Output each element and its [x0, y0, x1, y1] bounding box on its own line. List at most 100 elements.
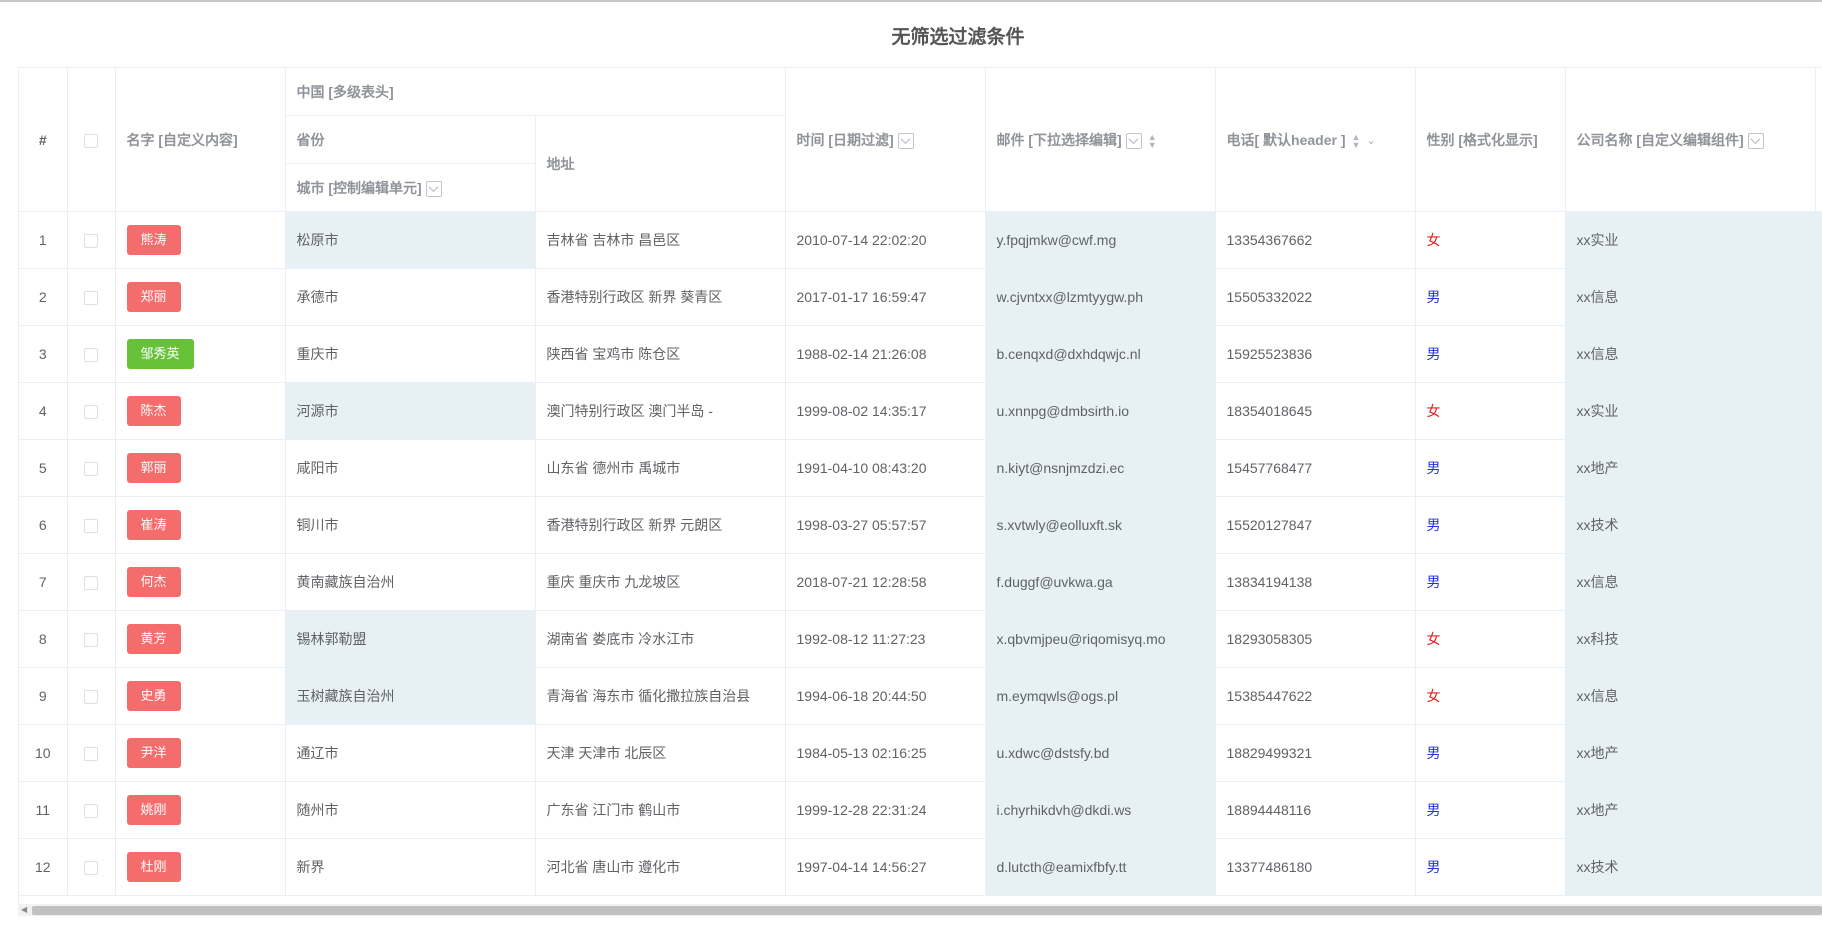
header-name[interactable]: 名字 [自定义内容] — [115, 68, 286, 212]
row-checkbox[interactable] — [84, 462, 98, 477]
header-select-all[interactable] — [67, 68, 116, 212]
name-tag[interactable]: 熊涛 — [126, 225, 181, 255]
name-tag[interactable]: 郭丽 — [126, 453, 181, 483]
phone-cell[interactable]: 15505332022 — [1215, 268, 1416, 326]
phone-cell[interactable]: 18354018645 — [1215, 382, 1416, 440]
row-checkbox[interactable] — [84, 348, 98, 363]
gender-cell[interactable]: 女 — [1415, 610, 1566, 668]
company-cell[interactable]: xx科技 — [1565, 610, 1816, 668]
gender-cell[interactable]: 男 — [1415, 838, 1566, 896]
name-tag[interactable]: 黄芳 — [126, 624, 181, 654]
row-select[interactable] — [67, 724, 116, 782]
table-row[interactable]: 8 黄芳 锡林郭勒盟 湖南省 娄底市 冷水江市 1992-08-12 11:27:23 x… — [19, 610, 1822, 668]
city-cell[interactable]: 承德市 — [285, 268, 536, 326]
table-row[interactable]: 4 陈杰 河源市 澳门特别行政区 澳门半岛 -1999-08-02 14:35:17 u… — [19, 382, 1822, 440]
table-row[interactable]: 10 尹洋 通辽市 天津 天津市 北辰区 1984-05-13 02:16:25 u.xd… — [19, 724, 1822, 782]
name-tag[interactable]: 崔涛 — [126, 510, 181, 540]
time-cell[interactable]: 1984-05-13 02:16:25 — [785, 724, 986, 782]
row-select[interactable] — [67, 496, 116, 554]
email-cell[interactable]: y.fpqjmkw@cwf.mg — [985, 211, 1216, 269]
address-cell[interactable]: 河北省 唐山市 遵化市 — [535, 838, 786, 896]
address-cell[interactable]: 澳门特别行政区 澳门半岛 - — [535, 382, 786, 440]
header-gender[interactable]: 性别 [格式化显示] — [1415, 68, 1566, 212]
gender-cell[interactable]: 男 — [1415, 781, 1566, 839]
city-cell[interactable]: 咸阳市 — [285, 439, 536, 497]
row-select[interactable] — [67, 610, 116, 668]
table-row[interactable]: 9 史勇 玉树藏族自治州 青海省 海东市 循化撒拉族自治县 1994-06-18 20:… — [19, 667, 1822, 725]
address-cell[interactable]: 陕西省 宝鸡市 陈仓区 — [535, 325, 786, 383]
time-cell[interactable]: 1999-12-28 22:31:24 — [785, 781, 986, 839]
time-cell[interactable]: 1992-08-12 11:27:23 — [785, 610, 986, 668]
phone-cell[interactable]: 18293058305 — [1215, 610, 1416, 668]
gender-cell[interactable]: 女 — [1415, 667, 1566, 725]
time-cell[interactable]: 1991-04-10 08:43:20 — [785, 439, 986, 497]
row-select[interactable] — [67, 325, 116, 383]
email-cell[interactable]: b.cenqxd@dxhdqwjc.nl — [985, 325, 1216, 383]
company-cell[interactable]: xx信息 — [1565, 325, 1816, 383]
address-cell[interactable]: 天津 天津市 北辰区 — [535, 724, 786, 782]
phone-cell[interactable]: 15520127847 — [1215, 496, 1416, 554]
table-row[interactable]: 1 熊涛 松原市 吉林省 吉林市 昌邑区 2010-07-14 22:02:20 y.fp… — [19, 211, 1822, 269]
address-cell[interactable]: 广东省 江门市 鹤山市 — [535, 781, 786, 839]
phone-cell[interactable]: 18829499321 — [1215, 724, 1416, 782]
row-checkbox[interactable] — [84, 291, 98, 306]
city-cell[interactable]: 重庆市 — [285, 325, 536, 383]
company-cell[interactable]: xx地产 — [1565, 724, 1816, 782]
city-cell[interactable]: 玉树藏族自治州 — [285, 667, 536, 725]
header-province[interactable]: 省份 — [285, 115, 536, 164]
header-email[interactable]: 邮件 [下拉选择编辑] ▲ ▼ — [985, 68, 1216, 212]
company-cell[interactable]: xx实业 — [1565, 211, 1816, 269]
name-tag[interactable]: 邹秀英 — [126, 339, 194, 369]
header-company[interactable]: 公司名称 [自定义编辑组件] — [1565, 68, 1816, 212]
email-cell[interactable]: f.duggf@uvkwa.ga — [985, 553, 1216, 611]
phone-cell[interactable]: 15385447622 — [1215, 667, 1416, 725]
row-checkbox[interactable] — [84, 861, 98, 876]
city-cell[interactable]: 河源市 — [285, 382, 536, 440]
table-row[interactable]: 7 何杰 黄南藏族自治州 重庆 重庆市 九龙坡区 2018-07-21 12:28:58… — [19, 553, 1822, 611]
row-checkbox[interactable] — [84, 576, 98, 591]
name-tag[interactable]: 杜刚 — [126, 852, 181, 882]
address-cell[interactable]: 吉林省 吉林市 昌邑区 — [535, 211, 786, 269]
filter-icon[interactable] — [1125, 132, 1142, 149]
time-cell[interactable]: 2017-01-17 16:59:47 — [785, 268, 986, 326]
sort-icon[interactable]: ▲ ▼ — [1148, 132, 1157, 149]
row-checkbox[interactable] — [84, 405, 98, 420]
gender-cell[interactable]: 男 — [1415, 553, 1566, 611]
company-cell[interactable]: xx技术 — [1565, 496, 1816, 554]
company-cell[interactable]: xx信息 — [1565, 553, 1816, 611]
phone-cell[interactable]: 13377486180 — [1215, 838, 1416, 896]
row-select[interactable] — [67, 268, 116, 326]
header-address[interactable]: 地址 — [535, 115, 786, 212]
row-checkbox[interactable] — [84, 633, 98, 648]
city-cell[interactable]: 松原市 — [285, 211, 536, 269]
gender-cell[interactable]: 男 — [1415, 439, 1566, 497]
email-cell[interactable]: u.xnnpg@dmbsirth.io — [985, 382, 1216, 440]
time-cell[interactable]: 1999-08-02 14:35:17 — [785, 382, 986, 440]
address-cell[interactable]: 山东省 德州市 禹城市 — [535, 439, 786, 497]
table-row[interactable]: 11 姚刚 随州市 广东省 江门市 鹤山市 1999-12-28 22:31:24 i.c… — [19, 781, 1822, 839]
city-cell[interactable]: 铜川市 — [285, 496, 536, 554]
company-cell[interactable]: xx信息 — [1565, 268, 1816, 326]
city-cell[interactable]: 黄南藏族自治州 — [285, 553, 536, 611]
company-cell[interactable]: xx地产 — [1565, 439, 1816, 497]
row-select[interactable] — [67, 211, 116, 269]
row-checkbox[interactable] — [84, 519, 98, 534]
gender-cell[interactable]: 男 — [1415, 496, 1566, 554]
time-cell[interactable]: 1988-02-14 21:26:08 — [785, 325, 986, 383]
city-cell[interactable]: 锡林郭勒盟 — [285, 610, 536, 668]
email-cell[interactable]: n.kiyt@nsnjmzdzi.ec — [985, 439, 1216, 497]
table-row[interactable]: 5 郭丽 咸阳市 山东省 德州市 禹城市 1991-04-10 08:43:20 n.ki… — [19, 439, 1822, 497]
company-cell[interactable]: xx实业 — [1565, 382, 1816, 440]
filter-icon[interactable] — [1747, 132, 1764, 149]
time-cell[interactable]: 2018-07-21 12:28:58 — [785, 553, 986, 611]
gender-cell[interactable]: 女 — [1415, 382, 1566, 440]
header-phone[interactable]: 电话[ 默认header ] ▲ ▼ ⌄ — [1215, 68, 1416, 212]
table-row[interactable]: 3 邹秀英 重庆市 陕西省 宝鸡市 陈仓区 1988-02-14 21:26:08 b.c… — [19, 325, 1822, 383]
filter-icon[interactable] — [897, 132, 914, 149]
address-cell[interactable]: 青海省 海东市 循化撒拉族自治县 — [535, 667, 786, 725]
email-cell[interactable]: u.xdwc@dstsfy.bd — [985, 724, 1216, 782]
email-cell[interactable]: s.xvtwly@eolluxft.sk — [985, 496, 1216, 554]
row-checkbox[interactable] — [84, 747, 98, 762]
chevron-down-icon[interactable]: ⌄ — [1366, 134, 1375, 147]
phone-cell[interactable]: 18894448116 — [1215, 781, 1416, 839]
